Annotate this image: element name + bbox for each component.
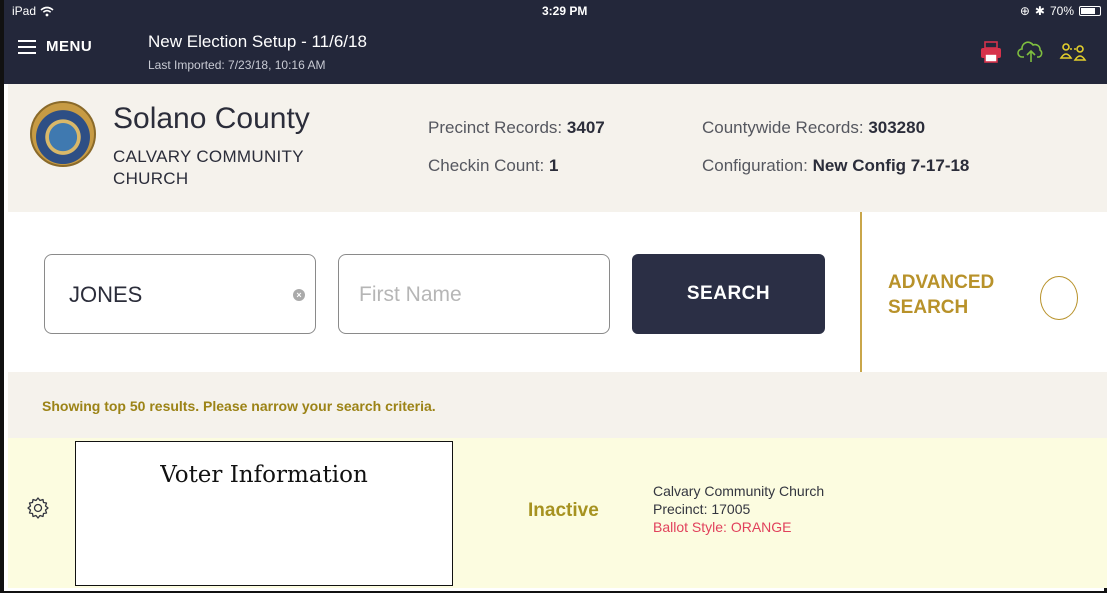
last-name-value: JONES <box>69 282 143 307</box>
advanced-search-toggle[interactable] <box>1040 276 1078 320</box>
configuration: Configuration: New Config 7-17-18 <box>702 156 970 175</box>
voter-result-row[interactable]: Voter Information Inactive Calvary Commu… <box>8 438 1107 588</box>
toolbar-icons <box>979 40 1087 64</box>
divider <box>860 212 862 372</box>
menu-button[interactable]: MENU <box>18 38 92 55</box>
last-name-input[interactable]: JONES × <box>44 254 316 334</box>
countywide-records-value: 303280 <box>868 118 926 137</box>
voter-status: Inactive <box>528 500 599 521</box>
voter-information-label: Voter Information <box>160 462 368 488</box>
checkin-count: Checkin Count: 1 <box>428 156 559 175</box>
results-notice: Showing top 50 results. Please narrow yo… <box>8 372 1107 438</box>
polling-site-name: CALVARY COMMUNITY CHURCH <box>113 147 304 188</box>
rotation-lock-icon: ⊕ <box>1019 4 1030 18</box>
voter-information-box: Voter Information <box>75 441 453 586</box>
precinct-number: Precinct: 17005 <box>653 501 751 517</box>
configuration-value: New Config 7-17-18 <box>812 156 970 175</box>
search-panel: JONES × First Name SEARCH ADVANCED SEARC… <box>8 212 1107 372</box>
app-frame: iPad 3:29 PM ⊕ ✱ 70% MENU New Election S… <box>0 0 1107 593</box>
hamburger-icon <box>18 39 36 54</box>
results-notice-text: Showing top 50 results. Please narrow yo… <box>42 398 436 414</box>
ballot-style: Ballot Style: ORANGE <box>653 519 792 535</box>
county-seal-logo <box>30 101 96 167</box>
printer-icon[interactable] <box>979 40 1003 64</box>
wifi-icon <box>40 6 54 16</box>
cloud-upload-icon[interactable] <box>1017 40 1045 64</box>
search-button[interactable]: SEARCH <box>632 254 825 334</box>
clock: 3:29 PM <box>542 4 588 18</box>
countywide-records: Countywide Records: 303280 <box>702 118 926 137</box>
precinct-records-value: 3407 <box>566 118 605 137</box>
checkin-count-value: 1 <box>548 156 559 175</box>
first-name-input[interactable]: First Name <box>338 254 610 334</box>
precinct-records: Precinct Records: 3407 <box>428 118 605 137</box>
county-name: Solano County <box>113 102 310 135</box>
election-title: New Election Setup - 11/6/18 <box>148 32 367 51</box>
precinct-header: Solano County CALVARY COMMUNITY CHURCH P… <box>8 84 1107 212</box>
bluetooth-icon: ✱ <box>1034 4 1045 18</box>
top-bar: iPad 3:29 PM ⊕ ✱ 70% MENU New Election S… <box>4 0 1107 84</box>
clear-icon[interactable]: × <box>293 289 305 301</box>
users-sync-icon[interactable] <box>1059 40 1087 64</box>
battery-icon <box>1079 6 1101 16</box>
battery-percent: 70% <box>1049 4 1074 18</box>
voter-location: Calvary Community Church Precinct: 17005… <box>653 482 824 536</box>
gear-icon[interactable] <box>26 496 50 520</box>
advanced-search-label[interactable]: ADVANCED SEARCH <box>888 270 994 320</box>
device-label: iPad <box>12 4 37 18</box>
last-imported: Last Imported: 7/23/18, 10:16 AM <box>148 58 326 72</box>
location-name: Calvary Community Church <box>653 483 825 499</box>
first-name-placeholder: First Name <box>359 283 462 306</box>
status-bar: iPad 3:29 PM ⊕ ✱ 70% <box>4 0 1107 22</box>
menu-label: MENU <box>46 38 93 55</box>
